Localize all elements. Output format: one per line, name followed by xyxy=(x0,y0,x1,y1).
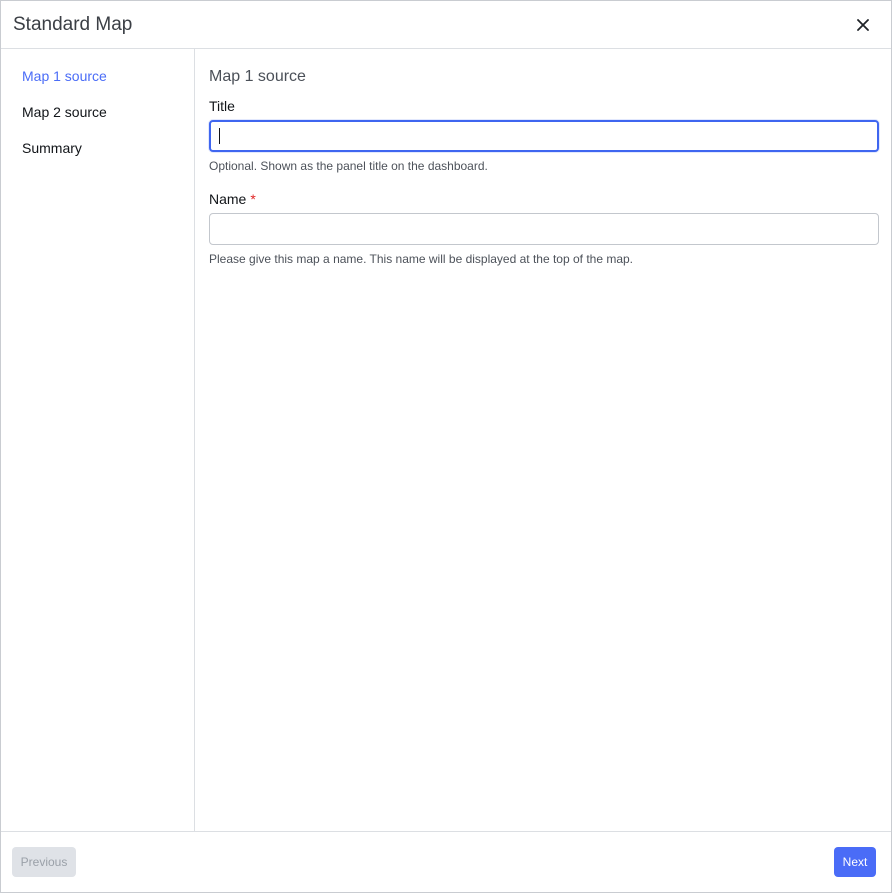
title-field-label: Title xyxy=(209,98,879,114)
sidebar-item-map-1-source[interactable]: Map 1 source xyxy=(1,67,194,103)
name-help-text: Please give this map a name. This name w… xyxy=(209,252,634,266)
sidebar-item-label: Map 1 source xyxy=(22,68,107,84)
sidebar-item-map-2-source[interactable]: Map 2 source xyxy=(1,103,194,139)
required-marker: * xyxy=(250,191,256,207)
previous-button[interactable]: Previous xyxy=(12,847,76,877)
dialog-body: Map 1 source Map 2 source Summary Map 1 … xyxy=(1,49,891,831)
wizard-steps-sidebar: Map 1 source Map 2 source Summary xyxy=(1,49,195,831)
title-input[interactable] xyxy=(220,122,869,150)
name-field-label: Name * xyxy=(209,191,879,207)
standard-map-dialog: Standard Map Map 1 source Map 2 source S… xyxy=(0,0,892,893)
step-content: Map 1 source Title Optional. Shown as th… xyxy=(195,49,892,831)
close-button[interactable] xyxy=(849,11,877,39)
dialog-footer: Previous Next xyxy=(1,831,891,892)
section-title: Map 1 source xyxy=(209,68,306,85)
sidebar-item-summary[interactable]: Summary xyxy=(1,139,194,175)
close-icon xyxy=(857,18,869,31)
title-help-text: Optional. Shown as the panel title on th… xyxy=(209,159,488,173)
sidebar-item-label: Summary xyxy=(22,140,82,156)
name-input-wrapper[interactable] xyxy=(209,213,879,245)
title-field-group: Title Optional. Shown as the panel title… xyxy=(209,98,879,173)
next-button[interactable]: Next xyxy=(834,847,876,877)
title-input-wrapper[interactable] xyxy=(209,120,879,152)
name-input[interactable] xyxy=(218,214,870,244)
title-label-text: Title xyxy=(209,98,235,114)
dialog-header: Standard Map xyxy=(1,1,891,49)
name-field-group: Name * Please give this map a name. This… xyxy=(209,191,879,266)
dialog-title: Standard Map xyxy=(13,13,133,35)
name-label-text: Name xyxy=(209,191,247,207)
sidebar-item-label: Map 2 source xyxy=(22,104,107,120)
